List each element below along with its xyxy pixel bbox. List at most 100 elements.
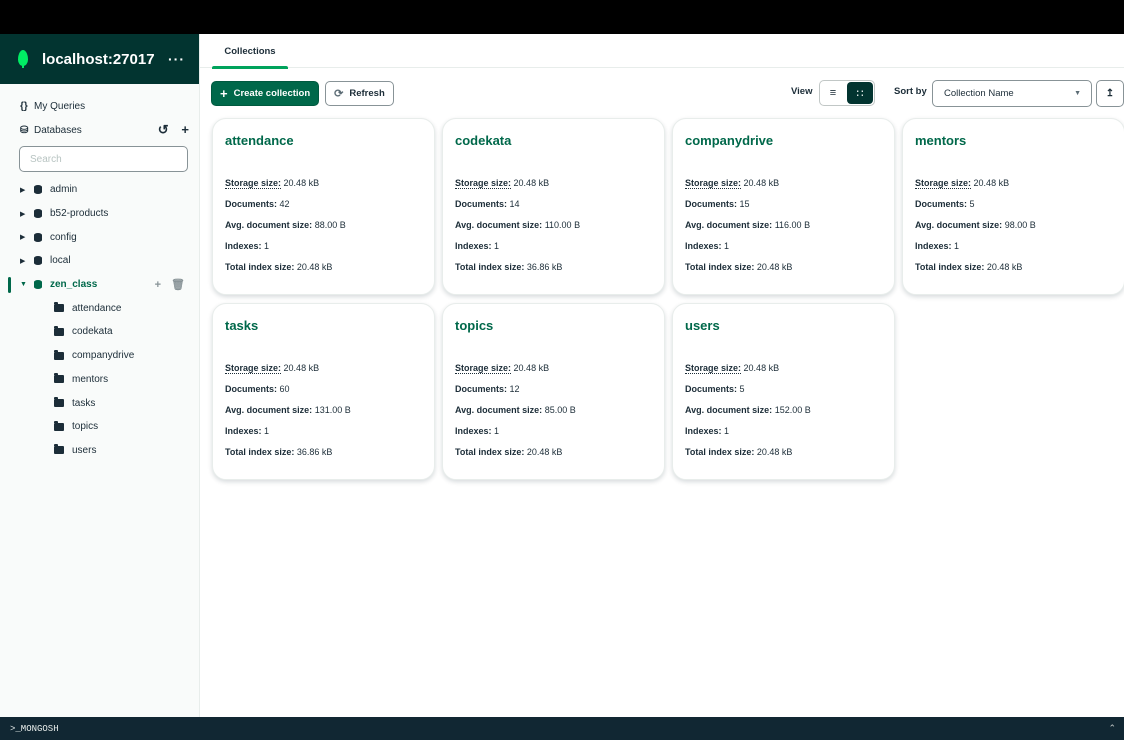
braces-icon: {} [20,100,28,112]
sidebar-collection-tasks[interactable]: tasks [0,391,199,415]
folder-icon [54,397,64,408]
stat-storage: Storage size: 20.48 kB [225,361,422,382]
stat-value: 20.48 kB [986,262,1023,272]
stat-label: Documents: [225,199,278,209]
sort-by-select[interactable]: Collection Name ▼ [932,80,1092,107]
database-name: admin [50,184,78,196]
collection-card-title[interactable]: codekata [455,133,652,148]
stat-label: Storage size: [915,178,972,189]
collection-card-attendance[interactable]: attendance Storage size: 20.48 kB Document… [212,118,435,295]
folder-icon [54,302,64,313]
stat-total_index: Total index size: 36.86 kB [455,260,652,281]
tab-collections[interactable]: Collections [212,34,288,69]
stat-value: 1 [494,426,500,436]
create-collection-label: Create collection [233,87,311,99]
sidebar-collection-companydrive[interactable]: companydrive [0,344,199,368]
stat-value: 98.00 B [1004,220,1036,230]
collection-card-users[interactable]: users Storage size: 20.48 kB Documents: 5A… [672,303,895,480]
create-collection-button[interactable]: + Create collection [211,80,320,106]
stat-label: Indexes: [685,426,722,436]
trash-icon[interactable]: 🗑 [171,279,185,291]
my-queries-item[interactable]: {} My Queries [0,94,199,118]
sidebar-database-config[interactable]: ▶ config [0,225,199,249]
caret-right-icon[interactable]: ▶ [20,233,34,241]
database-icon [34,209,42,219]
stat-label: Indexes: [225,426,262,436]
caret-right-icon[interactable]: ▶ [20,210,34,218]
list-icon: ≡ [829,87,837,99]
stat-storage: Storage size: 20.48 kB [225,176,422,197]
refresh-label: Refresh [349,87,385,99]
sidebar-database-zen_class[interactable]: ▼ zen_class + 🗑 [0,273,199,297]
database-name: zen_class [50,279,98,291]
connection-menu-button[interactable]: ··· [168,51,185,67]
sidebar-collection-users[interactable]: users [0,439,199,463]
stat-value: 20.48 kB [756,447,793,457]
sidebar-collection-mentors[interactable]: mentors [0,368,199,392]
stat-label: Total index size: [915,262,985,272]
stat-indexes: Indexes: 1 [685,239,882,260]
create-database-icon[interactable]: + [181,122,189,137]
sort-direction-button[interactable]: ↥ [1096,80,1124,107]
stat-label: Avg. document size: [455,220,543,230]
plus-icon: + [220,85,228,101]
stat-avg: Avg. document size: 116.00 B [685,218,882,239]
sort-ascending-icon: ↥ [1105,88,1115,99]
sort-by-label: Sort by [894,86,927,97]
mongosh-bar[interactable]: >_MONGOSH ⌃ [0,717,1124,740]
collection-card-topics[interactable]: topics Storage size: 20.48 kB Documents: 1… [442,303,665,480]
sort-by-value: Collection Name [944,88,1014,99]
database-icon [34,232,42,242]
stat-total_index: Total index size: 20.48 kB [915,260,1112,281]
connection-header[interactable]: localhost:27017 ··· [0,34,199,84]
folder-icon [54,420,64,431]
stat-label: Documents: [455,199,508,209]
list-view-button[interactable]: ≡ [820,81,846,105]
sidebar-collection-attendance[interactable]: attendance [0,296,199,320]
stat-label: Indexes: [685,241,722,251]
stat-avg: Avg. document size: 98.00 B [915,218,1112,239]
refresh-databases-icon[interactable]: ↺ [158,122,169,137]
grid-icon: ∷ [856,87,864,100]
stat-indexes: Indexes: 1 [225,424,422,445]
collection-card-title[interactable]: topics [455,318,652,333]
collection-card-codekata[interactable]: codekata Storage size: 20.48 kB Documents:… [442,118,665,295]
database-icon [34,280,42,290]
collection-card-title[interactable]: users [685,318,882,333]
collection-card-tasks[interactable]: tasks Storage size: 20.48 kB Documents: 60… [212,303,435,480]
grid-view-button[interactable]: ∷ [847,82,873,104]
collection-card-mentors[interactable]: mentors Storage size: 20.48 kB Documents: … [902,118,1124,295]
refresh-button[interactable]: ⟳ Refresh [325,80,394,106]
stat-avg: Avg. document size: 131.00 B [225,403,422,424]
stat-label: Documents: [455,384,508,394]
stat-value: 20.48 kB [743,363,780,373]
caret-right-icon[interactable]: ▶ [20,186,34,194]
stat-value: 1 [264,241,270,251]
stat-avg: Avg. document size: 88.00 B [225,218,422,239]
chevron-up-icon[interactable]: ⌃ [1108,724,1116,734]
sidebar: localhost:27017 ··· {} My Queries ⛁ Data… [0,34,200,717]
collection-card-title[interactable]: mentors [915,133,1112,148]
folder-icon [54,325,64,336]
stat-label: Avg. document size: [685,405,773,415]
stat-label: Avg. document size: [225,405,313,415]
stat-value: 131.00 B [314,405,351,415]
sidebar-collection-codekata[interactable]: codekata [0,320,199,344]
add-collection-icon[interactable]: + [155,279,161,291]
sidebar-database-local[interactable]: ▶ local [0,249,199,273]
collection-card-title[interactable]: attendance [225,133,422,148]
caret-down-icon[interactable]: ▼ [20,281,34,288]
collection-card-companydrive[interactable]: companydrive Storage size: 20.48 kB Docume… [672,118,895,295]
sidebar-database-admin[interactable]: ▶ admin [0,178,199,202]
stat-label: Indexes: [915,241,952,251]
sidebar-database-b52-products[interactable]: ▶ b52-products [0,202,199,226]
sidebar-collection-topics[interactable]: topics [0,415,199,439]
collection-card-title[interactable]: tasks [225,318,422,333]
sidebar-search-input[interactable] [19,146,188,172]
stat-total_index: Total index size: 20.48 kB [225,260,422,281]
folder-icon [54,373,64,384]
caret-right-icon[interactable]: ▶ [20,257,34,265]
collection-card-title[interactable]: companydrive [685,133,882,148]
databases-header[interactable]: ⛁ Databases ↺ + [0,118,199,142]
stat-storage: Storage size: 20.48 kB [685,176,882,197]
